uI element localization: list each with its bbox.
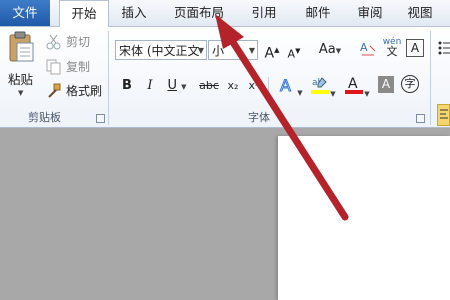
bullet-list-icon [438, 41, 450, 55]
subscript-button[interactable]: x₂ [223, 76, 243, 96]
format-painter-button[interactable]: 格式刷 [46, 81, 102, 101]
bold-button[interactable]: B [117, 76, 137, 96]
tab-references[interactable]: 引用 [242, 0, 286, 26]
clipboard-group-label: 剪贴板 [28, 111, 61, 124]
scissors-icon [46, 34, 62, 50]
highlight-button[interactable]: ab ▼ [308, 74, 338, 98]
tab-view[interactable]: 视图 [398, 0, 442, 26]
font-color-icon: A [345, 76, 364, 94]
change-case-label: Aa [318, 42, 336, 57]
enclose-chars-button[interactable]: 字 [401, 75, 419, 93]
text-effects-icon: A [280, 76, 292, 96]
font-name-combo[interactable]: 宋体 (中文正文 ▼ [115, 40, 207, 60]
paste-dropdown-arrow[interactable]: ▼ [18, 89, 23, 97]
cut-button[interactable]: 剪切 [46, 32, 90, 52]
tab-file[interactable]: 文件 [0, 0, 50, 26]
font-group-label: 字体 [248, 111, 270, 124]
char-border-button[interactable]: A [406, 39, 424, 57]
copy-button[interactable]: 复制 [46, 57, 90, 77]
shrink-font-button[interactable]: A▼ [284, 41, 304, 61]
ribbon-home: 粘贴 ▼ 剪切 复制 格式刷 剪贴板 宋体 (中文正文 ▼ 小 ▼ A▲ A▼ … [0, 27, 450, 128]
grow-font-button[interactable]: A▲ [262, 40, 282, 62]
font-size-combo[interactable]: 小 ▼ [208, 40, 258, 60]
svg-text:A: A [348, 76, 358, 92]
tab-home[interactable]: 开始 [59, 0, 109, 27]
align-left-button[interactable] [437, 104, 450, 126]
phonetic-guide-button[interactable]: wén 文 [381, 37, 403, 59]
clear-format-icon: A [360, 41, 376, 56]
chevron-down-icon: ▼ [248, 46, 255, 55]
ribbon-tab-bar: 文件 开始 插入 页面布局 引用 邮件 审阅 视图 [0, 0, 450, 27]
svg-text:A: A [280, 76, 291, 95]
copy-icon [46, 59, 62, 75]
change-case-button[interactable]: Aa▼ [315, 40, 345, 60]
document-page[interactable] [278, 136, 450, 300]
underline-button[interactable]: U ▼ [163, 76, 191, 96]
clipboard-launcher[interactable] [96, 114, 105, 123]
font-launcher[interactable] [416, 114, 425, 123]
font-color-button[interactable]: A ▼ [342, 74, 372, 98]
font-size-value: 小 [212, 44, 225, 58]
italic-button[interactable]: I [140, 76, 160, 96]
group-separator [430, 31, 431, 125]
clear-format-button[interactable]: A [357, 38, 379, 58]
chevron-down-icon: ▼ [197, 46, 204, 55]
strikethrough-button[interactable]: abc [197, 76, 221, 96]
underline-label: U [167, 78, 177, 93]
bullets-button[interactable] [437, 39, 450, 55]
paste-icon [9, 31, 34, 62]
phonetic-bottom: 文 [386, 45, 398, 58]
format-painter-label: 格式刷 [66, 84, 103, 98]
align-left-icon [440, 109, 448, 119]
paste-label: 粘贴 [8, 72, 34, 87]
text-effects-button[interactable]: A ▼ [276, 75, 304, 98]
tab-page-layout[interactable]: 页面布局 [166, 0, 232, 26]
highlighter-icon: ab [311, 77, 330, 94]
tab-insert[interactable]: 插入 [112, 0, 156, 26]
paste-button[interactable]: 粘贴 ▼ [4, 31, 38, 101]
tab-mailings[interactable]: 邮件 [296, 0, 340, 26]
brush-icon [46, 83, 62, 99]
inline-separator [268, 77, 269, 99]
char-shading-button[interactable]: A [378, 76, 394, 93]
group-separator [108, 31, 109, 125]
superscript-button[interactable]: x² [244, 76, 264, 96]
svg-text:A: A [360, 41, 368, 54]
font-name-value: 宋体 (中文正文 [119, 44, 200, 58]
cut-label: 剪切 [66, 35, 91, 49]
tab-review[interactable]: 审阅 [348, 0, 392, 26]
copy-label: 复制 [66, 60, 91, 74]
